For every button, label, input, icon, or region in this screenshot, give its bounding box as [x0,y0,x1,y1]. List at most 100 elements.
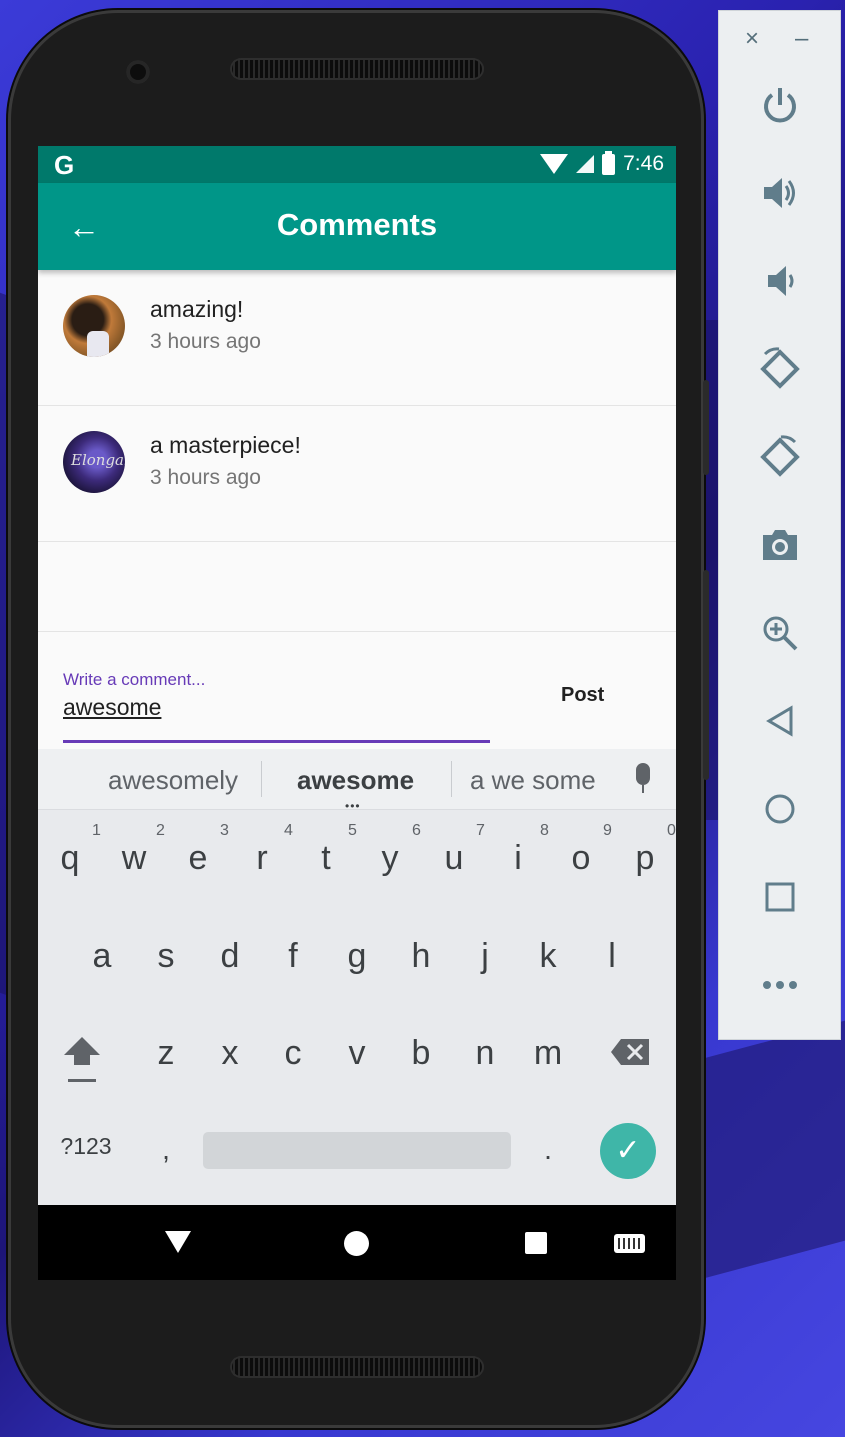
key-v[interactable]: v [332,1034,382,1073]
suggestion[interactable]: awesomely [108,765,238,796]
status-icons: 7:46 [540,150,664,176]
key-t[interactable]: t [301,839,351,878]
backspace-icon[interactable] [611,1037,651,1067]
app-bar: ← Comments [38,183,676,270]
camera-icon[interactable] [719,515,840,575]
key-z[interactable]: z [141,1034,191,1073]
zoom-icon[interactable] [719,603,840,663]
battery-charging-icon [602,150,616,175]
comment-time: 3 hours ago [150,466,261,489]
front-camera [126,60,150,84]
key-b[interactable]: b [396,1034,446,1073]
divider [261,761,262,797]
google-icon: G [54,150,75,180]
suggestion[interactable]: awesome [297,765,414,796]
close-icon[interactable]: × [745,25,759,53]
period-key[interactable]: . [523,1134,573,1166]
more-icon[interactable] [719,955,840,1015]
minimize-icon[interactable]: – [795,25,808,53]
key-hint-number: 1 [92,822,101,839]
comment-text: a masterpiece! [150,432,301,458]
keyboard-switch-icon[interactable] [614,1234,645,1253]
key-hint-number: 5 [348,822,357,839]
key-l[interactable]: l [587,937,637,976]
comment-item: amazing! 3 hours ago [38,270,676,406]
page-title: Comments [276,207,438,242]
key-hint-number: 0 [667,822,676,839]
rotate-left-icon[interactable] [719,339,840,399]
overview-icon[interactable] [719,867,840,927]
side-button [703,380,709,475]
nav-back-icon[interactable] [165,1231,191,1253]
soft-keyboard: awesomely awesome ••• a we some q1w2e3r4… [38,749,676,1205]
emulator-panel: × – [718,10,841,1040]
key-k[interactable]: k [523,937,573,976]
wifi-icon [540,154,569,174]
key-hint-number: 3 [220,822,229,839]
nav-recents-icon[interactable] [525,1232,547,1254]
key-q[interactable]: q [45,839,95,878]
key-p[interactable]: p [620,839,670,878]
power-icon[interactable] [719,75,840,135]
key-f[interactable]: f [268,937,318,976]
key-c[interactable]: c [268,1034,318,1073]
key-hint-number: 7 [476,822,485,839]
volume-up-icon[interactable] [719,163,840,223]
shift-icon[interactable] [62,1035,102,1095]
key-hint-number: 2 [156,822,165,839]
spacebar[interactable] [203,1132,511,1169]
device-screen: G 7:46 ← Comments amazing! 3 hours ago E… [38,146,676,1280]
back-icon[interactable] [719,691,840,751]
key-x[interactable]: x [205,1034,255,1073]
key-hint-number: 8 [540,822,549,839]
key-r[interactable]: r [237,839,287,878]
key-e[interactable]: e [173,839,223,878]
divider [451,761,452,797]
key-i[interactable]: i [493,839,543,878]
key-hint-number: 6 [412,822,421,839]
key-y[interactable]: y [365,839,415,878]
symbols-key[interactable]: ?123 [56,1133,116,1160]
key-a[interactable]: a [77,937,127,976]
avatar[interactable]: Elongalo [63,431,125,493]
key-h[interactable]: h [396,937,446,976]
key-j[interactable]: j [460,937,510,976]
home-icon[interactable] [719,779,840,839]
comment-composer: Write a comment... awesome Post [38,631,676,750]
side-button [703,570,709,780]
rotate-right-icon[interactable] [719,427,840,487]
key-u[interactable]: u [429,839,479,878]
comment-input[interactable]: awesome [63,694,161,721]
microphone-icon[interactable] [636,763,650,793]
key-w[interactable]: w [109,839,159,878]
status-bar: G 7:46 [38,146,676,183]
key-hint-number: 4 [284,822,293,839]
key-n[interactable]: n [460,1034,510,1073]
suggestion[interactable]: a we some [470,765,596,796]
input-underline [63,740,490,743]
more-suggestions-icon: ••• [345,799,361,813]
comma-key[interactable]: , [141,1134,191,1166]
volume-down-icon[interactable] [719,251,840,311]
navigation-bar [38,1205,676,1280]
suggestion-strip: awesomely awesome ••• a we some [38,749,676,813]
key-s[interactable]: s [141,937,191,976]
post-button[interactable]: Post [561,684,604,707]
key-o[interactable]: o [556,839,606,878]
key-d[interactable]: d [205,937,255,976]
nav-home-icon[interactable] [344,1231,369,1256]
top-speaker [230,58,484,80]
background-shape [700,1020,845,1280]
key-hint-number: 9 [603,822,612,839]
avatar[interactable] [63,295,125,357]
comment-time: 3 hours ago [150,330,261,353]
signal-icon [576,155,595,173]
comment-item: Elongalo a masterpiece! 3 hours ago [38,406,676,542]
comment-input-label: Write a comment... [63,670,206,689]
bottom-speaker [230,1356,484,1378]
check-icon[interactable]: ✓ [600,1123,656,1179]
comment-text: amazing! [150,296,244,322]
status-time: 7:46 [623,152,664,175]
key-m[interactable]: m [523,1034,573,1073]
key-g[interactable]: g [332,937,382,976]
